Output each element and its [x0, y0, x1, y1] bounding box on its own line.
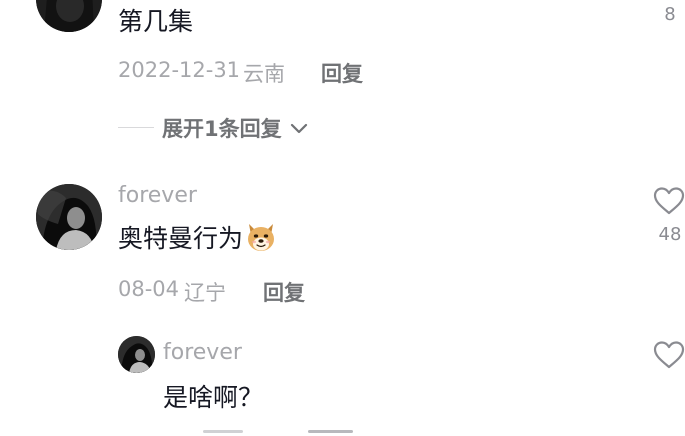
avatar[interactable] — [36, 184, 102, 250]
comment-text: 奥特曼行为 — [118, 224, 244, 253]
comment-location: 云南 — [243, 62, 285, 86]
like-count: 48 — [658, 224, 682, 245]
comment-username[interactable]: forever — [118, 183, 197, 208]
expand-replies-button[interactable]: 展开1条回复 — [162, 113, 310, 143]
reply-text: 是啥啊？ — [163, 383, 264, 412]
chevron-down-icon — [288, 117, 310, 139]
like-count: 8 — [664, 4, 676, 25]
heart-outline-icon — [652, 186, 685, 220]
comment-date: 08-04 — [118, 277, 180, 301]
comment-location: 辽宁 — [184, 281, 226, 305]
comment-text: 第几集 — [118, 7, 194, 36]
reply-button[interactable]: 回复 — [263, 277, 305, 307]
reply-meta-partial — [163, 430, 363, 436]
expand-replies-label: 展开1条回复 — [162, 117, 282, 141]
reply-button[interactable]: 回复 — [321, 58, 363, 88]
reply-username[interactable]: forever — [163, 340, 242, 365]
like-button[interactable] — [652, 340, 685, 370]
avatar[interactable] — [118, 336, 155, 373]
doge-emoji-icon — [245, 221, 277, 253]
avatar[interactable] — [36, 0, 102, 32]
comment-body: 奥特曼行为 — [118, 219, 277, 255]
divider — [118, 127, 154, 128]
heart-outline-icon — [652, 340, 685, 374]
comment-date: 2022-12-31 — [118, 58, 241, 82]
like-button[interactable] — [652, 186, 685, 216]
